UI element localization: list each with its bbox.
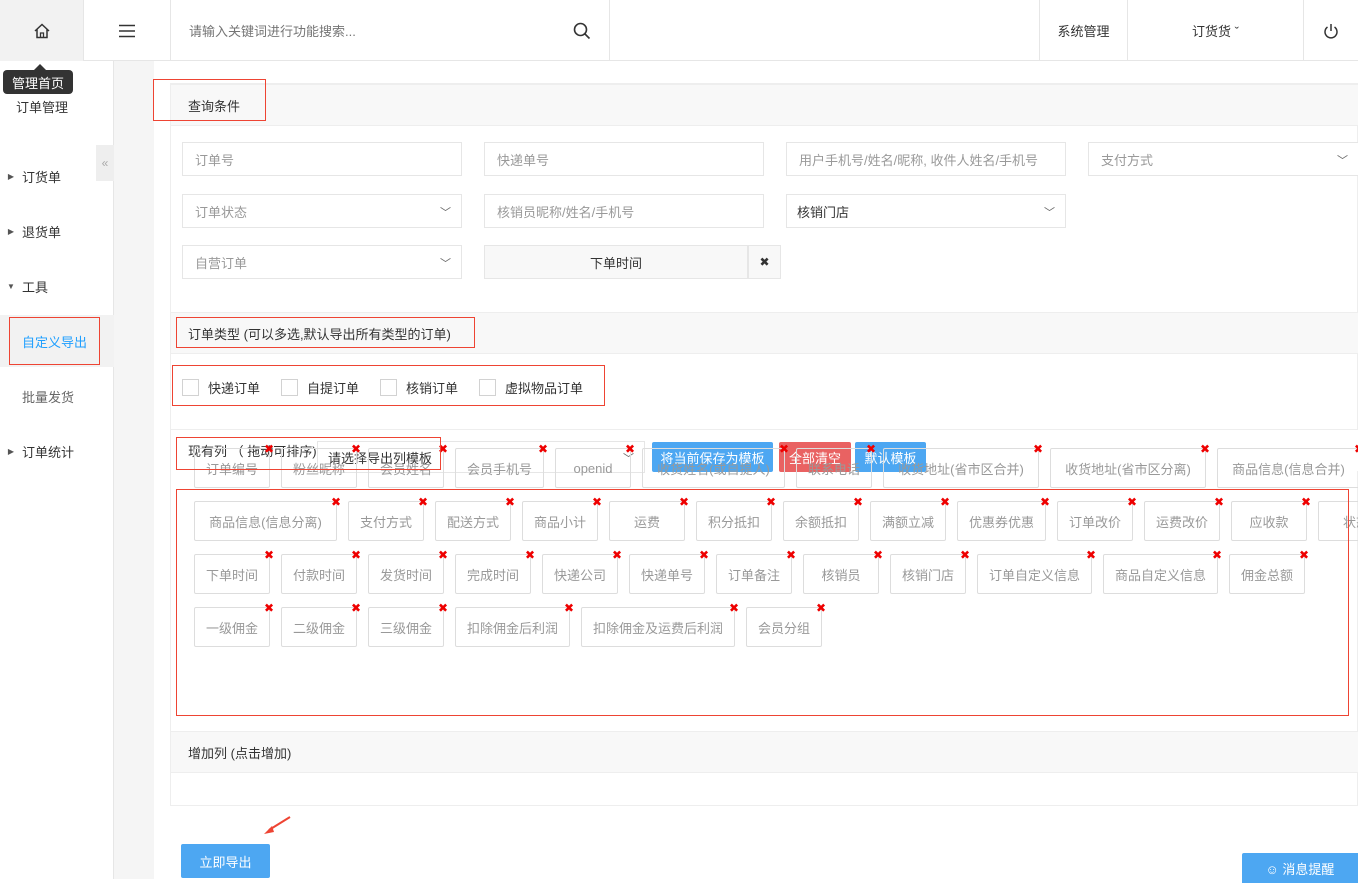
remove-tag-icon[interactable]: ✖ (625, 443, 635, 455)
placeholder: 核销员昵称/姓名/手机号 (497, 204, 635, 220)
sidebar-item-order[interactable]: ▶ 订货单 (0, 150, 114, 202)
order-no-input[interactable]: 订单号 (182, 142, 462, 176)
placeholder: 订单状态 (195, 204, 248, 220)
placeholder: 用户手机号/姓名/昵称, 收件人姓名/手机号 (799, 152, 1039, 168)
express-no-input[interactable]: 快递单号 (484, 142, 764, 176)
chevron-down-icon: ﹀ (1337, 155, 1348, 167)
nav-label: 订货货 ˇ (1192, 24, 1239, 39)
sidebar-title: 订单管理 (16, 100, 69, 115)
remove-tag-icon[interactable]: ✖ (1200, 443, 1210, 455)
power-icon (1324, 23, 1338, 39)
annotation-box (176, 489, 1349, 716)
logout-button[interactable] (1303, 0, 1358, 61)
add-columns-section-header: 增加列 (点击增加) (171, 731, 1358, 773)
self-order-select[interactable]: 自营订单 ﹀ (182, 245, 462, 279)
order-time-picker[interactable]: 下单时间 (484, 245, 748, 279)
sidebar-item-tools[interactable]: ▼ 工具 (0, 260, 114, 312)
selected-value: 核销门店 (797, 204, 850, 220)
sidebar-item-return[interactable]: ▶ 退货单 (0, 205, 114, 257)
button-label: 立即导出 (199, 854, 252, 870)
sidebar-item-label: 批量发货 (22, 389, 75, 405)
column-tag-label: 收货地址(省市区分离) (1065, 461, 1191, 477)
top-bar: 系统管理 订货货 ˇ (0, 0, 1358, 61)
query-section-header: 查询条件 (171, 84, 1358, 126)
column-tag[interactable]: openid ✖ (555, 443, 635, 488)
remove-tag-icon[interactable]: ✖ (1354, 443, 1358, 455)
button-label: ☺ 消息提醒 (1265, 861, 1335, 877)
column-tag-label: 收货姓名(或自提人) (657, 461, 770, 477)
arrow-pointer-icon (264, 816, 291, 834)
column-tag[interactable]: 收货地址(省市区合并) ✖ (883, 443, 1043, 488)
sidebar-item-label: 工具 (22, 279, 49, 295)
main-content: 查询条件 订单号 快递单号 用户手机号/姓名/昵称, 收件人姓名/手机号 支付方… (153, 61, 1358, 883)
caret-right-icon: ▶ (7, 171, 15, 181)
placeholder: 快递单号 (497, 152, 550, 168)
remove-tag-icon[interactable]: ✖ (1033, 443, 1043, 455)
remove-tag-icon[interactable]: ✖ (779, 443, 789, 455)
placeholder: 支付方式 (1101, 152, 1154, 168)
remove-tag-icon[interactable]: ✖ (866, 443, 876, 455)
annotation-box (176, 437, 441, 470)
sidebar-item-order-stats[interactable]: ▶ 订单统计 (0, 425, 114, 477)
home-icon (33, 22, 50, 38)
nav-label: 系统管理 (1057, 24, 1110, 39)
search-input[interactable] (189, 20, 569, 42)
order-status-select[interactable]: 订单状态 ﹀ (182, 194, 462, 228)
column-tag[interactable]: 联系电话 ✖ (796, 443, 876, 488)
search-icon[interactable] (573, 22, 591, 40)
nav-system-management[interactable]: 系统管理 (1039, 0, 1127, 61)
caret-right-icon: ▶ (7, 446, 15, 456)
annotation-box (9, 317, 100, 365)
column-tag-label: openid (573, 460, 613, 476)
column-tag[interactable]: 商品信息(信息合并) ✖ (1217, 443, 1358, 488)
column-tag[interactable]: 收货地址(省市区分离) ✖ (1050, 443, 1210, 488)
chevron-down-icon: ﹀ (1044, 207, 1055, 219)
placeholder: 订单号 (195, 152, 235, 168)
close-icon: ✖ (759, 255, 770, 269)
column-tag-label: 商品信息(信息合并) (1232, 461, 1345, 477)
column-tag-label: 收货地址(省市区合并) (898, 461, 1024, 477)
chevron-down-icon: ﹀ (440, 207, 451, 219)
column-tag-label: 联系电话 (807, 461, 860, 477)
sidebar-item-label: 订单统计 (22, 444, 75, 460)
annotation-box (153, 79, 266, 121)
column-tag[interactable]: 收货姓名(或自提人) ✖ (642, 443, 789, 488)
user-search-input[interactable]: 用户手机号/姓名/昵称, 收件人姓名/手机号 (786, 142, 1066, 176)
annotation-box (176, 317, 475, 348)
column-tag[interactable]: 会员手机号 ✖ (455, 443, 548, 488)
home-button[interactable] (0, 0, 84, 61)
sidebar-item-label: 订货单 (22, 169, 62, 185)
nav-account-menu[interactable]: 订货货 ˇ (1127, 0, 1303, 61)
remove-tag-icon[interactable]: ✖ (538, 443, 548, 455)
export-now-button[interactable]: 立即导出 (181, 844, 270, 878)
home-tooltip: 管理首页 (3, 64, 73, 94)
menu-toggle-button[interactable] (84, 0, 171, 61)
verify-store-select[interactable]: 核销门店 ﹀ (786, 194, 1066, 228)
placeholder: 自营订单 (195, 255, 248, 271)
clear-time-button[interactable]: ✖ (748, 245, 781, 279)
pay-method-select[interactable]: 支付方式 ﹀ (1088, 142, 1358, 176)
chevron-down-icon: ﹀ (440, 258, 451, 270)
sidebar: 订单管理 « ▶ 订货单 ▶ 退货单 ▼ 工具 自定义导出 批量发货 ▶ 订单统计 (0, 61, 114, 879)
column-tag-label: 会员手机号 (466, 461, 532, 477)
section-title: 增加列 (点击增加) (188, 745, 292, 761)
annotation-box (172, 365, 605, 406)
function-search (171, 0, 610, 61)
verifier-input[interactable]: 核销员昵称/姓名/手机号 (484, 194, 764, 228)
content-gutter (114, 61, 154, 879)
date-label: 下单时间 (589, 255, 642, 271)
caret-right-icon: ▶ (7, 226, 15, 236)
hamburger-icon (119, 24, 135, 37)
caret-down-icon: ▼ (7, 281, 15, 291)
sidebar-item-batch-ship[interactable]: 批量发货 (0, 370, 114, 422)
sidebar-item-label: 退货单 (22, 224, 62, 240)
